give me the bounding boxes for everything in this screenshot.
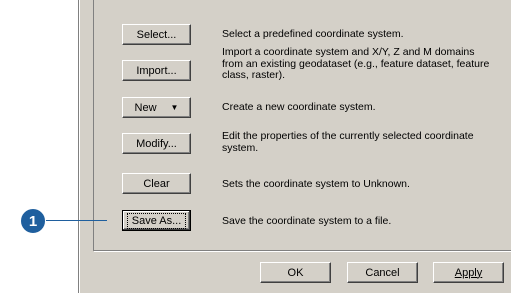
new-button[interactable]: New ▼ [122,97,191,118]
cancel-button[interactable]: Cancel [347,262,418,283]
callout-number-badge: 1 [20,208,46,234]
select-description: Select a predefined coordinate system. [222,28,404,40]
clear-description: Sets the coordinate system to Unknown. [222,178,410,190]
ok-button[interactable]: OK [260,262,331,283]
clear-button[interactable]: Clear [122,173,191,194]
apply-button-label: Apply [454,266,483,279]
dialog-panel: Select... Select a predefined coordinate… [78,0,511,293]
callout-leader-line [45,220,107,221]
ok-button-label: OK [287,266,304,279]
import-button[interactable]: Import... [122,60,191,81]
modify-button[interactable]: Modify... [122,133,191,154]
modify-description: Edit the properties of the currently sel… [222,130,474,154]
clear-button-label: Clear [143,177,170,190]
cancel-button-label: Cancel [365,266,400,279]
save-as-button[interactable]: Save As... [122,210,191,231]
select-button[interactable]: Select... [122,24,191,45]
dropdown-arrow-icon: ▼ [170,103,179,112]
new-description: Create a new coordinate system. [222,101,376,113]
save-as-description: Save the coordinate system to a file. [222,215,392,227]
apply-button[interactable]: Apply [433,262,504,283]
coordinate-system-group: Select... Select a predefined coordinate… [93,0,511,252]
import-button-label: Import... [136,64,177,77]
modify-button-label: Modify... [136,137,177,150]
save-as-button-label: Save As... [126,212,187,229]
import-description: Import a coordinate system and X/Y, Z an… [222,46,490,81]
new-button-label: New [134,101,157,114]
select-button-label: Select... [136,28,177,41]
